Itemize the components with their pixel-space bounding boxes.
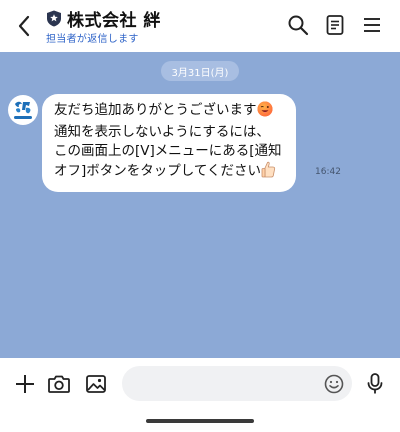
chat-title-area[interactable]: 株式会社 絆 担当者が返信します (46, 7, 161, 45)
thumbs-up-icon (261, 161, 276, 184)
image-icon[interactable] (83, 371, 109, 397)
message-line-4: オフ]ボタンをタップしてください (54, 161, 288, 184)
chevron-left-icon[interactable] (12, 13, 36, 39)
notes-icon[interactable] (322, 12, 348, 38)
shield-star-icon (46, 10, 62, 27)
plus-icon[interactable] (12, 371, 38, 397)
page-title: 株式会社 絆 (67, 10, 161, 31)
chat-header: 株式会社 絆 担当者が返信します (0, 0, 400, 52)
message-bubble[interactable]: 友だち追加ありがとうございます 通知を表示しないようにするには、 この画面上の[… (42, 94, 296, 192)
message-timestamp: 16:42 (315, 167, 341, 177)
hamburger-menu-icon[interactable] (359, 12, 385, 38)
message-input-bar (0, 358, 400, 410)
search-icon[interactable] (285, 12, 311, 38)
camera-icon[interactable] (46, 371, 72, 397)
avatar[interactable] (8, 95, 38, 125)
smiley-icon[interactable] (323, 373, 345, 395)
message-line-2: 通知を表示しないようにするには、 (54, 124, 270, 140)
microphone-icon[interactable] (362, 371, 388, 397)
message-input[interactable] (122, 366, 352, 401)
message-line-1: 友だち追加ありがとうございます (54, 101, 288, 123)
winking-face-icon (257, 101, 273, 123)
home-indicator[interactable] (146, 419, 254, 423)
reply-status-text: 担当者が返信します (46, 34, 139, 45)
message-line-3: この画面上の[V]メニューにある[通知 (54, 143, 282, 159)
date-separator: 3月31日(月) (161, 61, 239, 81)
chat-area[interactable]: 3月31日(月) 友だち追加ありがとうございます 通知を表示しないようにするには… (0, 52, 400, 358)
